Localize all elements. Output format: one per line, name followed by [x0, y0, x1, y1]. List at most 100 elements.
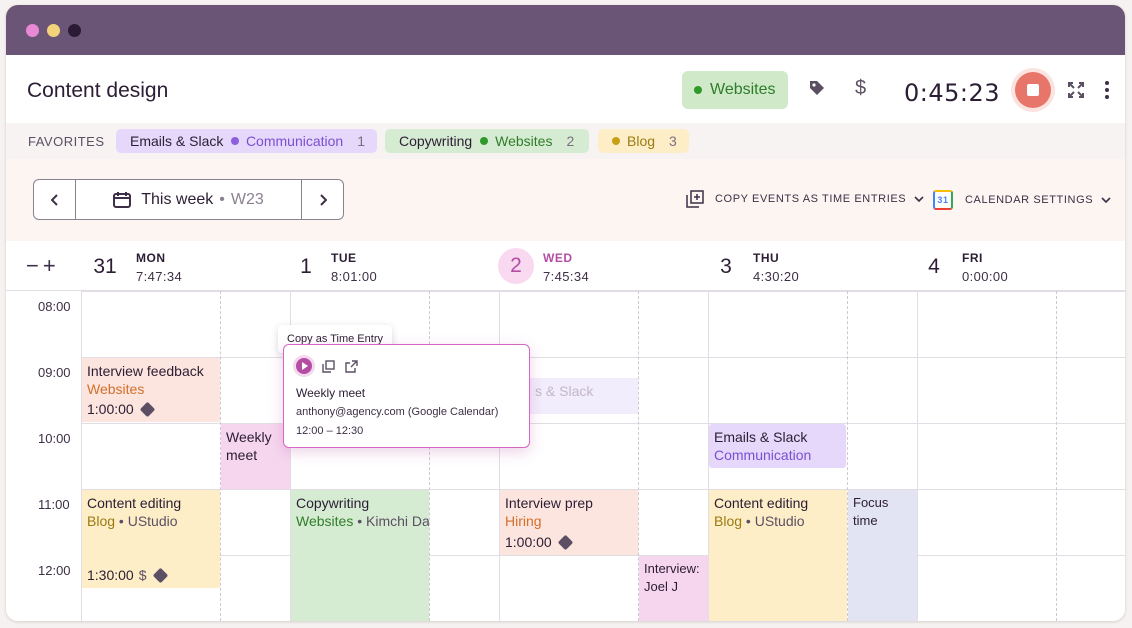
entry-title: Content editing [714, 495, 809, 511]
timer-toolbar: Content design Websites $ 0:45:23 [6, 55, 1125, 123]
day-total: 8:01:00 [331, 269, 378, 284]
week-label: This week [141, 190, 214, 208]
calendar-event[interactable]: Weekly meet [221, 424, 290, 489]
day-number[interactable]: 3 [709, 255, 743, 279]
time-entry[interactable]: Copywriting Websites • Kimchi Da [291, 490, 429, 621]
entry-title: Content editing [87, 495, 182, 511]
entry-duration: 1:00:00 [505, 534, 552, 550]
day-number-today[interactable]: 2 [498, 248, 534, 284]
favorite-project-dot [231, 137, 239, 145]
favorite-task: Copywriting [399, 133, 473, 149]
day-total: 7:47:34 [136, 269, 183, 284]
week-number: W23 [230, 190, 264, 208]
stop-timer-button[interactable] [1015, 72, 1051, 108]
day-divider [917, 291, 918, 621]
expand-icon[interactable] [1068, 82, 1084, 103]
time-entry[interactable]: Content editing Blog • UStudio [709, 490, 847, 621]
calendar-icon [113, 192, 132, 208]
day-total: 0:00:00 [962, 269, 1009, 284]
favorite-count: 2 [566, 133, 575, 149]
close-window-button[interactable] [26, 24, 39, 37]
entry-title: Copywriting [296, 495, 370, 511]
day-name: FRI [962, 251, 983, 265]
favorite-item[interactable]: Blog 3 [598, 129, 689, 153]
entry-duration-row: 1:00:00 [505, 533, 573, 551]
zoom-controls: −+ [26, 253, 60, 279]
calendar-grid[interactable]: 08:00 09:00 10:00 11:00 12:00 Interview … [6, 291, 1125, 621]
entry-project: Websites [87, 381, 145, 397]
play-icon [302, 362, 308, 370]
entry-project: Blog [714, 513, 743, 529]
day-divider [499, 291, 500, 621]
hour-label: 08:00 [38, 299, 71, 314]
entry-title: Emails & Slack [714, 429, 808, 445]
google-calendar-icon: 31 [933, 190, 953, 210]
day-number[interactable]: 4 [917, 255, 951, 279]
copy-icon[interactable] [322, 359, 335, 373]
dollar-icon[interactable]: $ [855, 77, 866, 100]
favorite-item[interactable]: Emails & Slack Communication 1 [116, 129, 377, 153]
day-name: THU [753, 251, 780, 265]
copy-events-button[interactable]: COPY EVENTS AS TIME ENTRIES [686, 190, 924, 208]
day-header-row: −+ 31 MON 7:47:34 1 TUE 8:01:00 2 WED 7:… [6, 241, 1125, 291]
day-number[interactable]: 31 [88, 255, 122, 279]
hour-label: 11:00 [38, 497, 70, 512]
copy-events-label: COPY EVENTS AS TIME ENTRIES [715, 193, 907, 205]
day-number[interactable]: 1 [289, 255, 323, 279]
entry-duration: 1:30:00 [87, 567, 134, 583]
day-total: 7:45:34 [543, 269, 590, 284]
day-split [1056, 291, 1057, 621]
entry-title: Interview feedback [87, 363, 204, 379]
time-entry[interactable]: Interview prep Hiring 1:00:00 [500, 490, 638, 555]
entry-project: Blog [87, 513, 116, 529]
day-name: MON [136, 251, 166, 265]
favorite-item[interactable]: Copywriting Websites 2 [385, 129, 589, 153]
chevron-right-icon [319, 193, 327, 206]
event-title: Focus [853, 495, 889, 510]
chevron-left-icon [50, 193, 58, 206]
calendar-settings-button[interactable]: 31 CALENDAR SETTINGS [933, 190, 1111, 210]
time-entry[interactable]: Interview feedback Websites 1:00:00 [82, 358, 220, 422]
external-link-icon[interactable] [345, 359, 358, 373]
week-navigator: This week • W23 [33, 179, 344, 220]
project-selector[interactable]: Websites [682, 71, 788, 109]
zoom-in-button[interactable]: + [43, 253, 60, 278]
entry-client: Kimchi Da [366, 513, 429, 529]
popover-title: Weekly meet [296, 386, 366, 400]
hour-line [82, 555, 1125, 556]
zoom-out-button[interactable]: − [26, 253, 43, 278]
entry-duration-row: 1:00:00 [87, 400, 155, 418]
hour-label: 09:00 [38, 365, 71, 380]
calendar-event[interactable]: Interview: Joel J [639, 556, 708, 621]
tag-icon[interactable] [808, 79, 826, 102]
start-timer-button[interactable] [296, 358, 312, 374]
hour-line [82, 291, 1125, 292]
entry-description[interactable]: Content design [27, 79, 168, 103]
day-name: WED [543, 251, 573, 265]
week-picker[interactable]: This week • W23 [75, 180, 302, 219]
favorite-project-dot [480, 137, 489, 145]
popover-email: anthony@agency.com (Google Calendar) [296, 406, 499, 418]
favorite-count: 1 [357, 133, 365, 149]
popover-actions [296, 358, 358, 374]
time-entry[interactable]: Content editing Blog • UStudio 1:30:00 $ [82, 490, 220, 588]
minimize-window-button[interactable] [47, 24, 60, 37]
entry-title: Interview prep [505, 495, 593, 511]
favorites-label: FAVORITES [28, 134, 105, 149]
more-icon[interactable] [1104, 81, 1110, 104]
hour-label: 12:00 [38, 563, 71, 578]
previous-week-button[interactable] [34, 180, 75, 219]
popover-time: 12:00 – 12:30 [296, 425, 364, 437]
tag-icon [557, 534, 573, 550]
time-entry[interactable]: Emails & Slack Communication [709, 424, 846, 468]
next-week-button[interactable] [302, 180, 343, 219]
event-title: Weekly [226, 429, 272, 445]
event-title-line2: meet [226, 447, 258, 463]
day-split [429, 291, 430, 621]
timer-display: 0:45:23 [904, 79, 1001, 107]
entry-client: UStudio [127, 513, 178, 529]
maximize-window-button[interactable] [68, 24, 81, 37]
calendar-event[interactable]: Focus time [848, 490, 917, 621]
favorites-bar: FAVORITES Emails & Slack Communication 1… [6, 123, 1125, 159]
entry-project: Communication [714, 447, 812, 463]
